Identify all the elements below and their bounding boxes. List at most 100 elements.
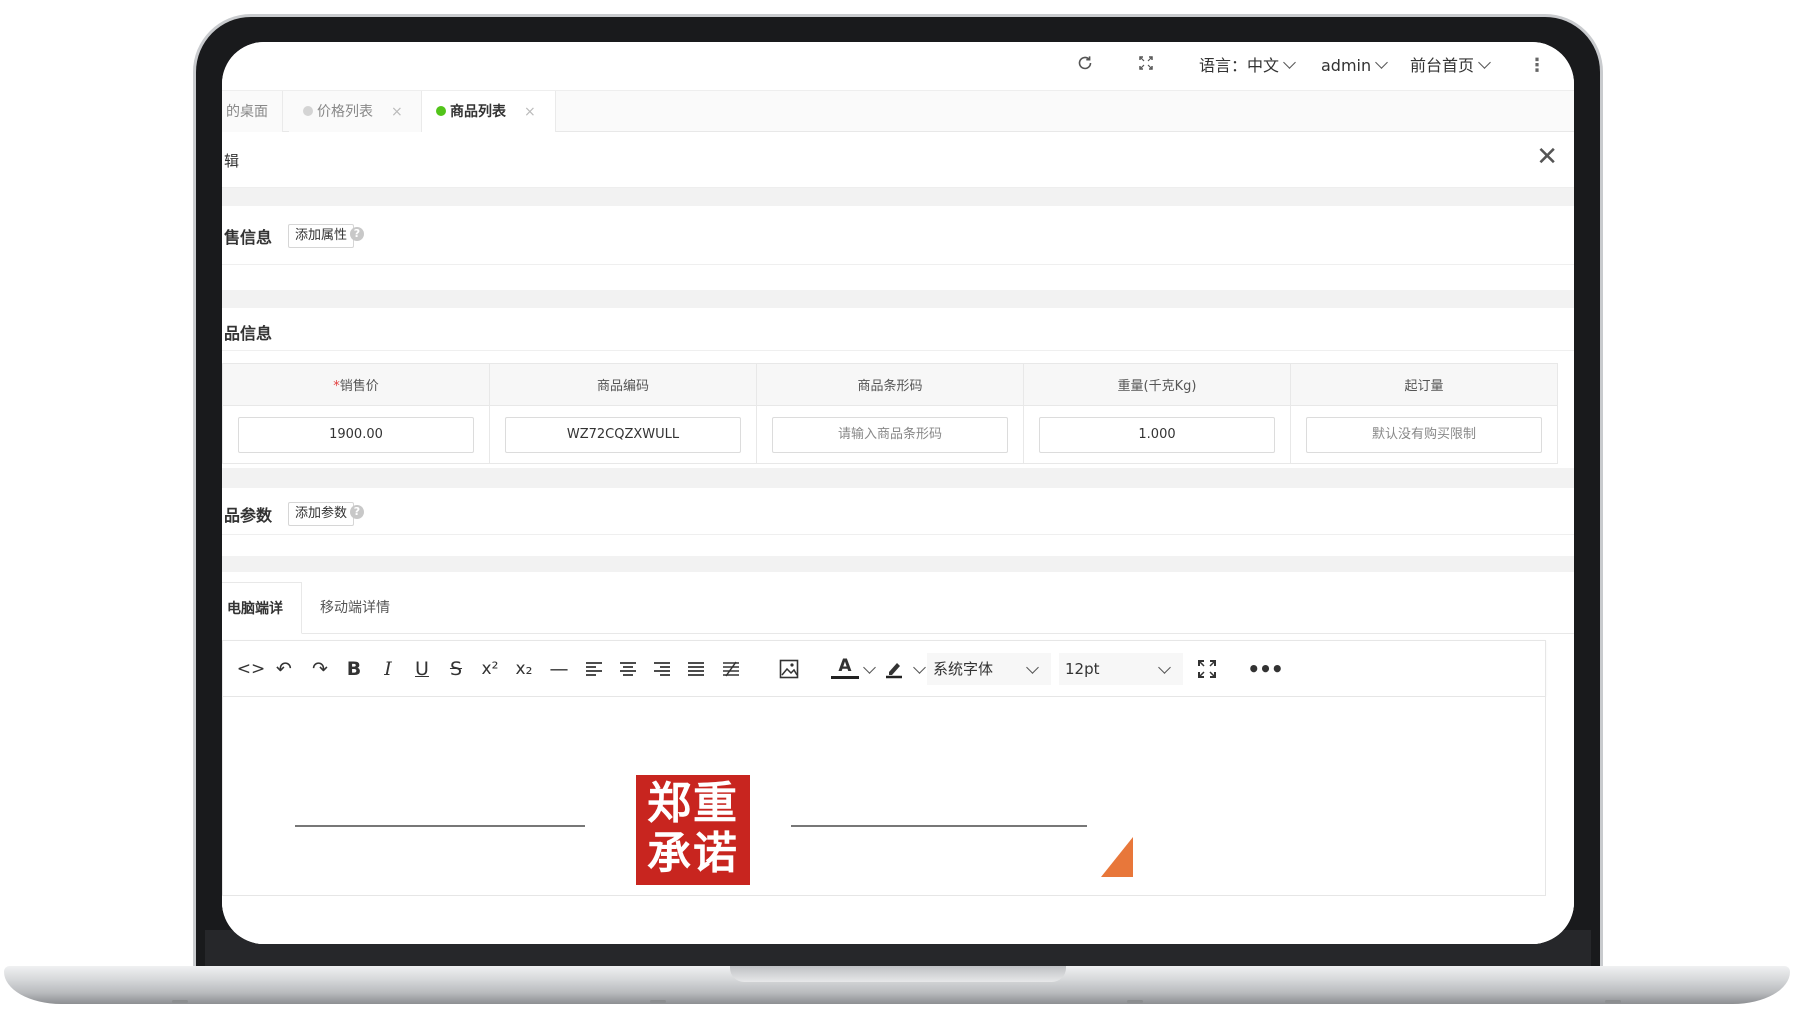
table-cell — [222, 405, 490, 464]
barcode-input[interactable] — [772, 416, 1008, 453]
font-family-value: 系统字体 — [933, 660, 994, 678]
fullscreen-icon[interactable] — [1138, 54, 1154, 78]
dialog-body: 售信息 添加属性 ? 品信息 *销售价 商品编码 商品条形码 重量(千克Kg) … — [222, 188, 1574, 944]
chevron-down-icon — [1158, 661, 1171, 674]
more-vertical-icon[interactable]: ⋮ — [1528, 54, 1546, 78]
language-dropdown[interactable]: 语言：中文 — [1199, 54, 1296, 78]
redo-icon[interactable]: ↷ — [306, 655, 334, 683]
status-dot — [436, 106, 446, 116]
align-left-icon[interactable] — [580, 655, 608, 683]
tab-label: 的桌面 — [226, 104, 268, 120]
tab-pc-detail[interactable]: 电脑端详情 — [222, 582, 302, 669]
table-cell — [756, 405, 1024, 464]
chevron-down-icon[interactable] — [863, 661, 876, 674]
params-card: 品参数 添加参数 ? — [222, 488, 1574, 556]
highlight-color-icon[interactable] — [880, 655, 908, 683]
table-row — [222, 405, 1558, 464]
laptop-foot — [1127, 1000, 1143, 1003]
chevron-down-icon — [1026, 661, 1039, 674]
underline-icon[interactable]: U — [408, 655, 436, 683]
strikethrough-icon[interactable]: S — [442, 655, 470, 683]
undo-icon[interactable]: ↶ — [270, 655, 298, 683]
chevron-down-icon — [1375, 56, 1389, 69]
horizontal-line-icon[interactable]: — — [545, 655, 573, 683]
image-text: 郑重 — [647, 778, 739, 829]
decorative-line — [295, 825, 585, 827]
editor-content[interactable]: 郑重 承诺 — [222, 696, 1546, 896]
italic-icon[interactable]: I — [374, 655, 402, 683]
promise-image: 郑重 承诺 — [636, 775, 750, 885]
top-bar: 语言：中文 admin 前台首页 ⋮ — [222, 42, 1574, 90]
decorative-shape — [1101, 837, 1133, 877]
text-color-icon[interactable]: A — [831, 655, 859, 679]
column-header: *销售价 — [222, 363, 490, 406]
product-code-input[interactable] — [505, 416, 741, 453]
screen: 语言：中文 admin 前台首页 ⋮ 的桌面 价格列表 × 商品列表 × 辑 ✕ 售… — [222, 42, 1574, 944]
dialog-title: 辑 — [224, 152, 240, 170]
language-label: 语言：中文 — [1199, 56, 1280, 75]
section-title: 售信息 — [224, 228, 273, 247]
product-info-card: 品信息 *销售价 商品编码 商品条形码 重量(千克Kg) 起订量 — [222, 308, 1574, 468]
column-header: 商品条形码 — [756, 363, 1024, 406]
bold-icon[interactable]: B — [340, 655, 368, 683]
tab-label: 商品列表 — [450, 104, 506, 120]
laptop-foot — [650, 1000, 666, 1003]
align-justify-icon[interactable] — [682, 655, 710, 683]
section-title: 品参数 — [224, 506, 273, 525]
add-param-button[interactable]: 添加参数 — [288, 502, 355, 526]
column-header: 重量(千克Kg) — [1023, 363, 1291, 406]
user-name: admin — [1321, 56, 1372, 75]
refresh-icon[interactable] — [1076, 54, 1094, 78]
frontend-label: 前台首页 — [1410, 56, 1475, 75]
weight-input[interactable] — [1039, 416, 1275, 453]
user-dropdown[interactable]: admin — [1321, 54, 1389, 78]
tab-price-list[interactable]: 价格列表 × — [289, 91, 422, 133]
superscript-icon[interactable]: x² — [476, 655, 504, 683]
editor-card: 电脑端详情 移动端详情 <> ↶ ↷ B I U S x² x₂ — — [222, 572, 1574, 944]
editor-tabs: 电脑端详情 移动端详情 — [222, 582, 1574, 669]
close-icon[interactable]: × — [391, 104, 403, 120]
divider — [222, 534, 1574, 535]
font-size-select[interactable]: 12pt — [1059, 653, 1183, 685]
table-cell — [489, 405, 757, 464]
laptop-notch — [730, 966, 1066, 982]
image-icon[interactable] — [775, 655, 803, 683]
editor-toolbar: <> ↶ ↷ B I U S x² x₂ — A 系统字体 12pt ••• — [222, 640, 1546, 696]
align-center-icon[interactable] — [614, 655, 642, 683]
close-icon[interactable]: × — [524, 104, 536, 120]
close-icon[interactable]: ✕ — [1536, 142, 1558, 172]
font-family-select[interactable]: 系统字体 — [927, 653, 1051, 685]
tabs-bar: 的桌面 价格列表 × 商品列表 × — [222, 90, 1574, 133]
min-order-input[interactable] — [1306, 416, 1542, 453]
sale-price-input[interactable] — [238, 416, 474, 453]
spec-table: *销售价 商品编码 商品条形码 重量(千克Kg) 起订量 — [222, 363, 1558, 464]
divider — [222, 264, 1574, 265]
frontend-dropdown[interactable]: 前台首页 — [1410, 54, 1491, 78]
table-cell — [1290, 405, 1558, 464]
laptop-foot — [172, 1000, 188, 1003]
dialog-header: 辑 ✕ — [222, 132, 1574, 188]
more-icon[interactable]: ••• — [1247, 655, 1283, 683]
add-attribute-button[interactable]: 添加属性 — [288, 224, 355, 248]
source-code-icon[interactable]: <> — [237, 655, 266, 683]
tab-desktop[interactable]: 的桌面 — [222, 91, 283, 133]
column-header: 商品编码 — [489, 363, 757, 406]
chevron-down-icon — [1478, 56, 1491, 69]
decorative-line — [791, 825, 1087, 827]
sale-info-card: 售信息 添加属性 ? — [222, 206, 1574, 290]
fullscreen-icon[interactable] — [1193, 655, 1221, 683]
help-icon[interactable]: ? — [350, 227, 364, 241]
tab-product-list[interactable]: 商品列表 × — [422, 91, 556, 133]
subscript-icon[interactable]: x₂ — [510, 655, 538, 683]
table-cell — [1023, 405, 1291, 464]
status-dot — [303, 106, 313, 116]
tab-mobile-detail[interactable]: 移动端详情 — [314, 582, 396, 634]
clear-format-icon[interactable] — [717, 655, 745, 683]
help-icon[interactable]: ? — [350, 505, 364, 519]
chevron-down-icon[interactable] — [913, 661, 926, 674]
align-right-icon[interactable] — [648, 655, 676, 683]
section-title: 品信息 — [224, 324, 273, 343]
tab-label: 价格列表 — [317, 104, 373, 120]
header-label: 销售价 — [339, 379, 379, 394]
chevron-down-icon — [1283, 56, 1296, 69]
